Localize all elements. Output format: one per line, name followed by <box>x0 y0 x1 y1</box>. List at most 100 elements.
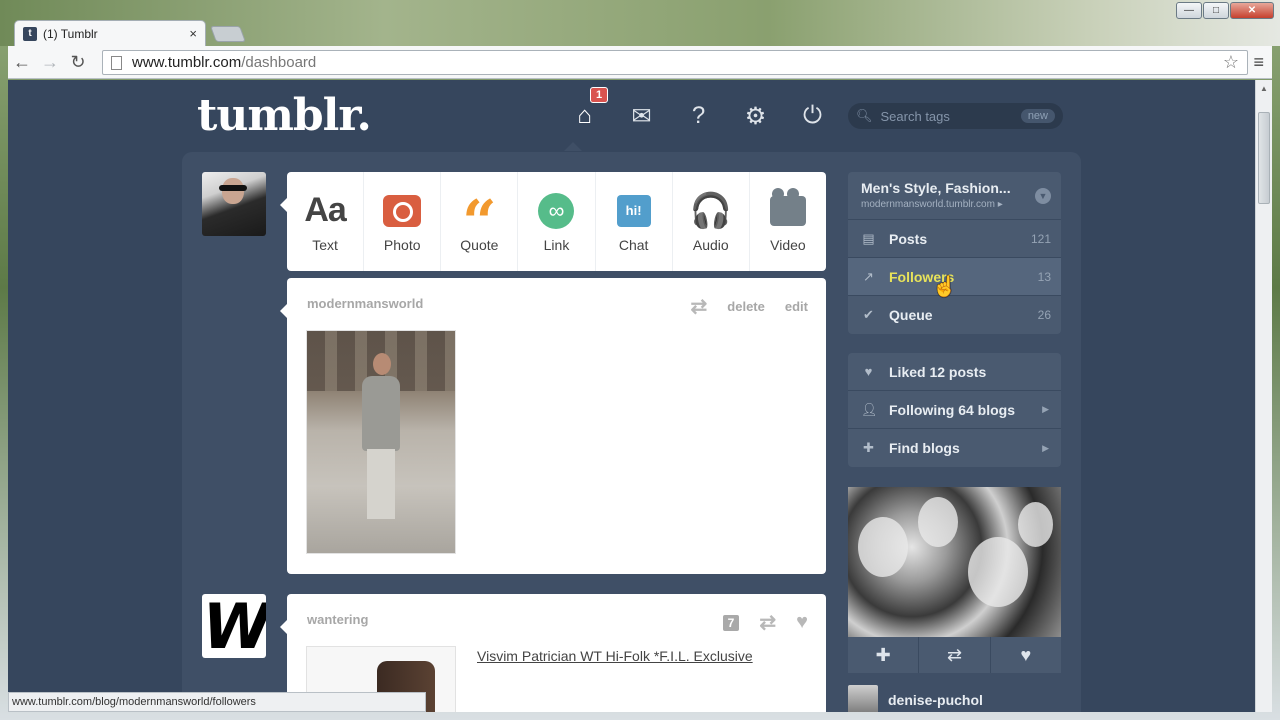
heart-icon[interactable]: ♥ <box>796 611 808 634</box>
reload-icon[interactable]: ↻ <box>64 48 92 76</box>
forward-arrow-icon[interactable]: → <box>36 48 64 76</box>
search-icon: 🔍︎ <box>856 108 873 123</box>
post-type-audio[interactable]: 🎧 Audio <box>673 172 750 271</box>
new-tab-button[interactable] <box>210 26 246 42</box>
document-icon: ▤ <box>862 230 875 246</box>
tumblr-logo[interactable]: tumblr. <box>197 90 372 141</box>
reblog-icon[interactable]: ⇄ <box>759 610 776 635</box>
chevron-right-icon: ▶ <box>1042 442 1049 453</box>
sidebar-item-find-blogs[interactable]: ✚ Find blogs ▶ <box>848 429 1061 467</box>
radar-user[interactable]: denise-puchol <box>848 685 983 712</box>
tab-close-icon[interactable]: × <box>189 26 197 41</box>
edit-button[interactable]: edit <box>785 299 808 314</box>
radar-photo-detail <box>1018 502 1053 547</box>
url-host: www.tumblr.com <box>132 54 242 71</box>
post-author[interactable]: wantering <box>307 612 368 627</box>
post-type-label: Quote <box>460 236 499 253</box>
blog-menu: Men's Style, Fashion... modernmansworld.… <box>848 172 1061 334</box>
wantering-avatar[interactable]: W <box>202 594 266 658</box>
scrollbar-thumb[interactable] <box>1258 112 1270 204</box>
chart-icon: ↗ <box>863 268 874 284</box>
top-navigation: ⌂ 1 ✉ ? ⚙ ⏻ <box>556 87 841 132</box>
sidebar-item-label: Find blogs <box>889 440 960 456</box>
add-person-icon: ✚ <box>863 440 874 455</box>
search-new-badge: new <box>1020 109 1055 123</box>
post-link-title[interactable]: Visvim Patrician WT Hi-Folk *F.I.L. Excl… <box>477 648 753 664</box>
blog-header[interactable]: Men's Style, Fashion... modernmansworld.… <box>848 172 1061 220</box>
post-type-label: Photo <box>383 236 421 253</box>
mail-icon[interactable]: ✉ <box>613 100 670 132</box>
sidebar-item-count: 26 <box>1037 308 1051 322</box>
post-type-label: Audio <box>692 236 729 253</box>
sidebar-item-following[interactable]: 👤︎ Following 64 blogs ▶ <box>848 391 1061 429</box>
delete-button[interactable]: delete <box>727 299 765 314</box>
post-type-text[interactable]: Aa Text <box>287 172 365 271</box>
search-tags-box[interactable]: 🔍︎ new <box>848 103 1063 129</box>
sidebar-item-count: 13 <box>1037 269 1051 284</box>
back-arrow-icon[interactable]: ← <box>8 48 36 76</box>
browser-titlebar: t (1) Tumblr × — □ ✕ <box>0 0 1280 46</box>
bookmark-star-icon[interactable]: ☆ <box>1223 52 1239 73</box>
post-author[interactable]: modernmansworld <box>307 296 423 311</box>
blog-url[interactable]: modernmansworld.tumblr.com ▸ <box>861 199 1048 210</box>
post-photo[interactable] <box>306 330 456 554</box>
post-type-label: Text <box>312 236 338 253</box>
help-icon[interactable]: ? <box>670 100 727 132</box>
post-type-chat[interactable]: hi! Chat <box>596 172 673 271</box>
sidebar-item-label: Queue <box>889 307 933 323</box>
browser-menu-icon[interactable]: ≡ <box>1253 52 1264 73</box>
sidebar-item-likes[interactable]: ♥ Liked 12 posts <box>848 353 1061 391</box>
headphones-icon: 🎧 <box>689 191 732 230</box>
post-controls: 7 ⇄ ♥ <box>722 610 808 635</box>
notification-badge: 1 <box>590 87 609 103</box>
search-input[interactable] <box>880 108 1011 124</box>
home-icon[interactable]: ⌂ 1 <box>556 87 613 132</box>
radar-photo-detail <box>968 537 1028 607</box>
page-icon <box>111 55 122 70</box>
maximize-button[interactable]: □ <box>1203 2 1229 19</box>
post-type-link[interactable]: ∞ Link <box>518 172 596 271</box>
camera-icon <box>383 194 422 227</box>
reblog-icon[interactable]: ⇄ <box>919 637 991 673</box>
post-type-photo[interactable]: Photo <box>364 172 442 271</box>
my-avatar[interactable] <box>202 172 266 236</box>
power-icon[interactable]: ⏻ <box>784 100 841 132</box>
page-scrollbar[interactable]: ▲ <box>1255 80 1272 712</box>
address-bar[interactable]: www.tumblr.com/dashboard ☆ <box>102 50 1248 75</box>
post-controls: ⇄ delete edit <box>691 294 808 319</box>
heart-icon[interactable]: ♥ <box>991 637 1061 673</box>
sidebar-item-posts[interactable]: ▤ Posts 121 <box>848 220 1061 258</box>
radar-photo[interactable] <box>848 487 1061 637</box>
photo-body <box>362 376 400 451</box>
wantering-logo: W <box>202 594 266 658</box>
reblog-icon[interactable]: ⇄ <box>691 294 708 319</box>
radar-user-avatar <box>848 685 878 712</box>
browser-tab[interactable]: t (1) Tumblr × <box>14 20 206 46</box>
follow-plus-icon[interactable]: ✚ <box>848 637 920 673</box>
tumblr-favicon-icon: t <box>23 26 37 41</box>
photo-head <box>373 353 391 375</box>
chevron-down-icon[interactable]: ▼ <box>1035 188 1051 204</box>
heart-icon: ♥ <box>864 364 873 379</box>
avatar-glasses <box>219 185 247 191</box>
sidebar-item-label: Liked 12 posts <box>889 363 987 380</box>
radar-photo-detail <box>918 497 958 547</box>
post-type-quote[interactable]: “ Quote <box>441 172 519 271</box>
video-camera-icon <box>769 187 806 226</box>
window-close-button[interactable]: ✕ <box>1230 2 1274 19</box>
radar-user-name: denise-puchol <box>888 692 983 708</box>
photo-legs <box>367 449 395 519</box>
post-type-video[interactable]: Video <box>750 172 826 271</box>
gear-icon[interactable]: ⚙ <box>727 100 784 132</box>
minimize-button[interactable]: — <box>1176 2 1202 19</box>
browser-toolbar: ← → ↻ www.tumblr.com/dashboard ☆ ≡ <box>8 46 1272 79</box>
sidebar-item-label: Posts <box>889 230 928 247</box>
sidebar-item-count: 121 <box>1030 231 1051 246</box>
sidebar-item-label: Following 64 blogs <box>889 401 1015 418</box>
scroll-up-icon[interactable]: ▲ <box>1256 80 1272 96</box>
post-type-label: Link <box>543 236 570 253</box>
notes-count[interactable]: 7 <box>722 614 740 631</box>
sidebar-item-queue[interactable]: ✔ Queue 26 <box>848 296 1061 334</box>
blog-name: Men's Style, Fashion... <box>861 180 1011 196</box>
chevron-right-icon: ▶ <box>1042 404 1049 414</box>
